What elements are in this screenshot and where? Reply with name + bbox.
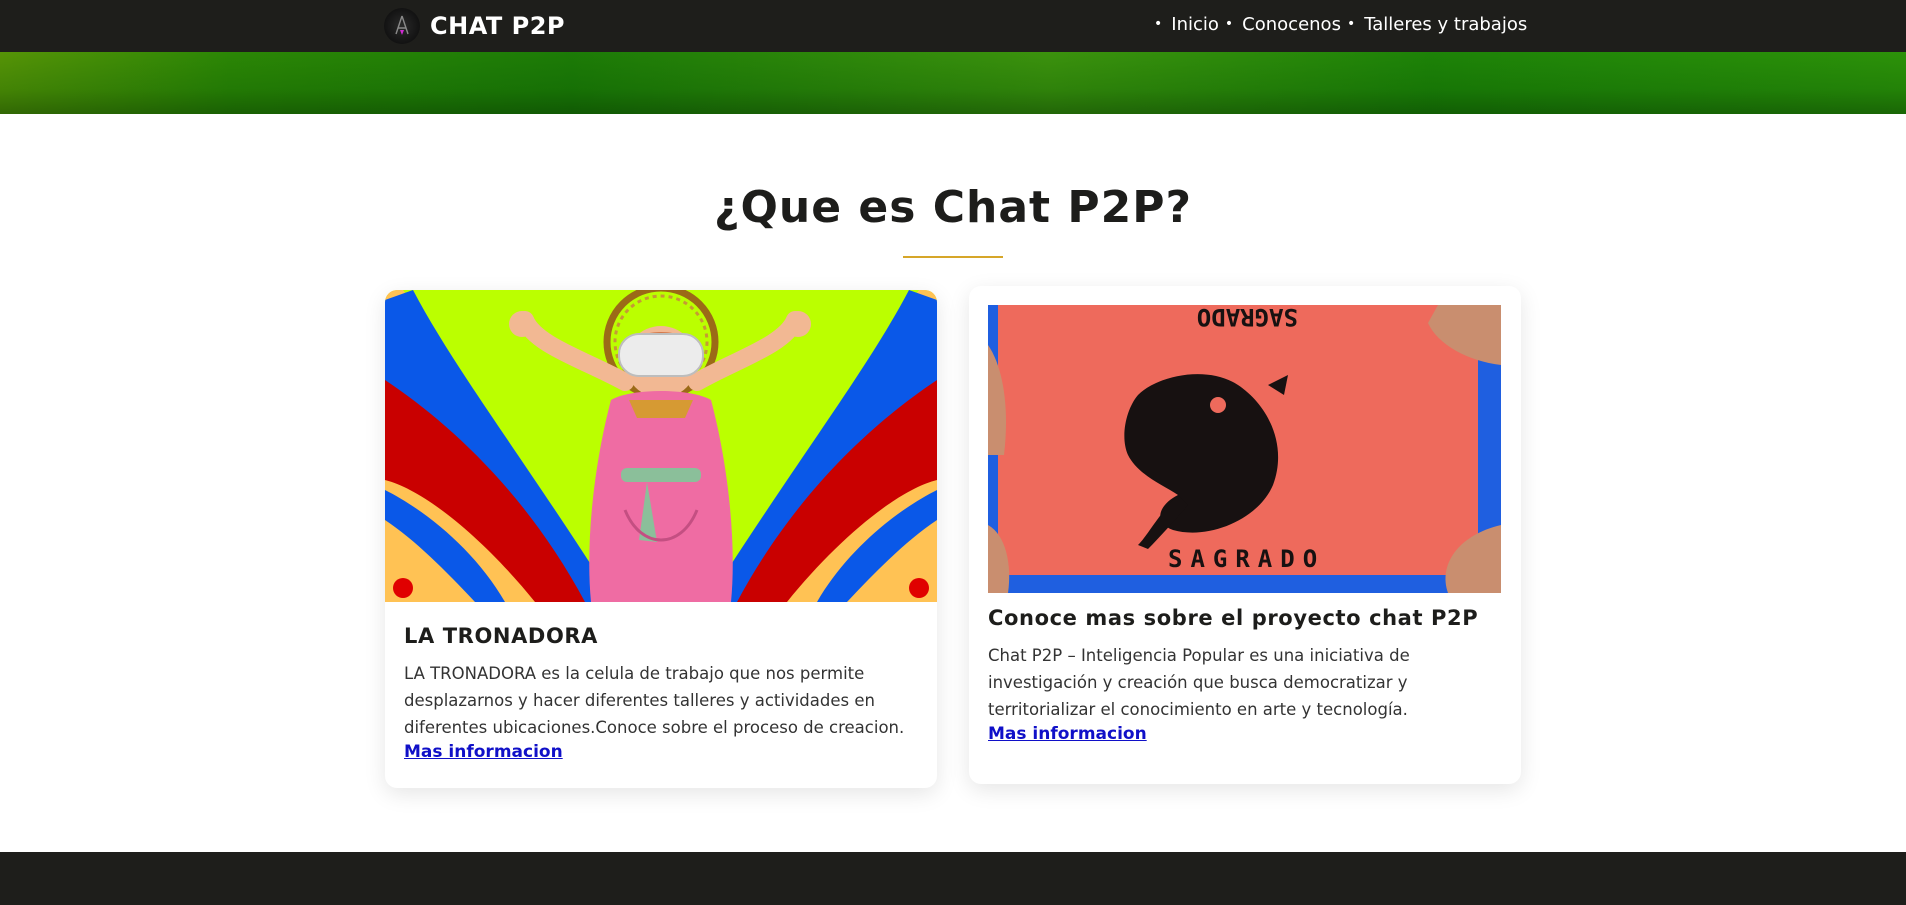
card-la-tronadora: LA TRONADORA LA TRONADORA es la celula d…: [385, 290, 937, 788]
main-nav: • Inicio • Conocenos • Talleres y trabaj…: [1148, 0, 1527, 48]
card-title: Conoce mas sobre el proyecto chat P2P: [988, 606, 1479, 630]
bullet-icon: •: [1224, 16, 1234, 32]
section-title: ¿Que es Chat P2P?: [713, 182, 1193, 233]
nav-link-inicio[interactable]: Inicio: [1171, 14, 1219, 35]
card-description: LA TRONADORA es la celula de trabajo que…: [404, 664, 905, 737]
bullet-icon: •: [1154, 16, 1163, 32]
nav-item-conocenos[interactable]: • Conocenos: [1219, 14, 1341, 35]
svg-text:SAGRADO: SAGRADO: [1168, 545, 1325, 573]
mas-informacion-link[interactable]: Mas informacion: [988, 724, 1147, 744]
chat-p2p-logo-icon: [384, 8, 420, 44]
la-tronadora-image: [385, 290, 937, 602]
brand[interactable]: CHAT P2P: [384, 8, 565, 44]
footer: [0, 852, 1906, 905]
nav-item-talleres[interactable]: • Talleres y trabajos: [1341, 14, 1527, 35]
nav-link-talleres[interactable]: Talleres y trabajos: [1364, 14, 1527, 35]
title-underline: [903, 256, 1003, 258]
svg-text:SAGRADO: SAGRADO: [1197, 305, 1298, 331]
card-proyecto-chat-p2p: SAGRADO SAGRADO Conoce mas sobre el proy…: [969, 286, 1521, 784]
nav-link-conocenos[interactable]: Conocenos: [1242, 14, 1341, 35]
top-navbar: CHAT P2P • Inicio • Conocenos • Talleres…: [0, 0, 1906, 52]
bullet-icon: •: [1346, 16, 1356, 32]
card-title: LA TRONADORA: [404, 624, 599, 648]
brand-name[interactable]: CHAT P2P: [430, 12, 565, 40]
green-hero-banner: [0, 52, 1906, 114]
card-description: Chat P2P – Inteligencia Popular es una i…: [988, 646, 1410, 719]
nav-item-inicio[interactable]: • Inicio: [1148, 14, 1219, 35]
proyecto-image: SAGRADO SAGRADO: [988, 305, 1501, 593]
mas-informacion-link[interactable]: Mas informacion: [404, 742, 563, 762]
